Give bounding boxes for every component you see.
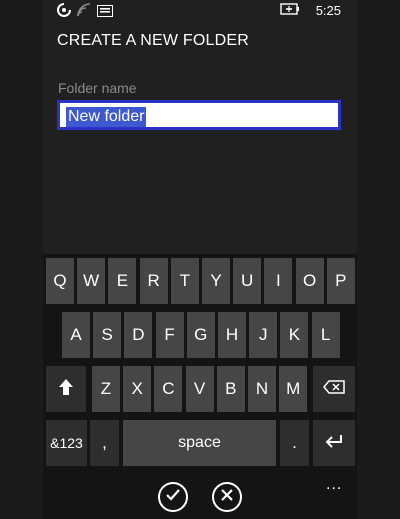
key-f[interactable]: F <box>155 312 184 358</box>
key-d[interactable]: D <box>124 312 153 358</box>
keyboard-row-1: QWERTYUIOP <box>43 258 357 304</box>
enter-icon <box>325 433 343 453</box>
key-u[interactable]: U <box>233 258 262 304</box>
status-time: 5:25 <box>315 3 341 18</box>
key-l[interactable]: L <box>311 312 340 358</box>
keyboard-row-2: ASDFGHJKL <box>43 312 357 358</box>
folder-name-label: Folder name <box>58 80 137 96</box>
key-x[interactable]: X <box>123 366 152 412</box>
status-right: 5:25 <box>279 3 341 18</box>
key-a[interactable]: A <box>62 312 90 358</box>
keyboard-row-3: ZXCVBNM <box>43 366 357 412</box>
backspace-icon <box>323 379 345 399</box>
key-t[interactable]: T <box>170 258 199 304</box>
status-bar: 5:25 <box>43 0 357 22</box>
battery-charging-icon <box>279 3 300 18</box>
key-j[interactable]: J <box>249 312 278 358</box>
key-w[interactable]: W <box>77 258 106 304</box>
key-v[interactable]: V <box>185 366 214 412</box>
key-z[interactable]: Z <box>92 366 120 412</box>
status-left <box>57 3 113 22</box>
app-bar <box>43 471 357 519</box>
key-e[interactable]: E <box>108 258 137 304</box>
space-key[interactable]: space <box>123 420 276 466</box>
key-r[interactable]: R <box>139 258 168 304</box>
backspace-key[interactable] <box>313 366 355 412</box>
key-p[interactable]: P <box>326 258 355 304</box>
key-y[interactable]: Y <box>202 258 230 304</box>
key-c[interactable]: C <box>154 366 183 412</box>
key-h[interactable]: H <box>218 312 246 358</box>
comma-key[interactable]: , <box>90 420 119 466</box>
key-m[interactable]: M <box>279 366 308 412</box>
folder-name-value: New folder <box>66 107 147 127</box>
key-o[interactable]: O <box>295 258 324 304</box>
wifi-icon <box>77 3 91 22</box>
page-title: CREATE A NEW FOLDER <box>57 32 249 49</box>
confirm-button[interactable] <box>158 482 188 512</box>
checkmark-icon <box>165 488 181 507</box>
numbers-key[interactable]: &123 <box>46 420 87 466</box>
shift-key[interactable] <box>46 366 86 412</box>
phone-screen: 5:25 CREATE A NEW FOLDER Folder name New… <box>43 0 357 519</box>
key-n[interactable]: N <box>248 366 276 412</box>
enter-key[interactable] <box>313 420 355 466</box>
message-icon <box>97 4 113 22</box>
key-i[interactable]: I <box>264 258 293 304</box>
shift-icon <box>58 378 74 401</box>
key-s[interactable]: S <box>93 312 122 358</box>
keyboard-row-4: &123 , space . <box>43 420 357 466</box>
key-b[interactable]: B <box>216 366 245 412</box>
key-k[interactable]: K <box>280 312 309 358</box>
notification-icon <box>57 3 71 22</box>
folder-name-input[interactable]: New folder <box>57 100 341 130</box>
key-q[interactable]: Q <box>46 258 74 304</box>
more-button[interactable]: ... <box>326 476 342 494</box>
cancel-icon <box>221 488 233 506</box>
key-g[interactable]: G <box>186 312 215 358</box>
cancel-button[interactable] <box>212 482 242 512</box>
period-key[interactable]: . <box>280 420 309 466</box>
